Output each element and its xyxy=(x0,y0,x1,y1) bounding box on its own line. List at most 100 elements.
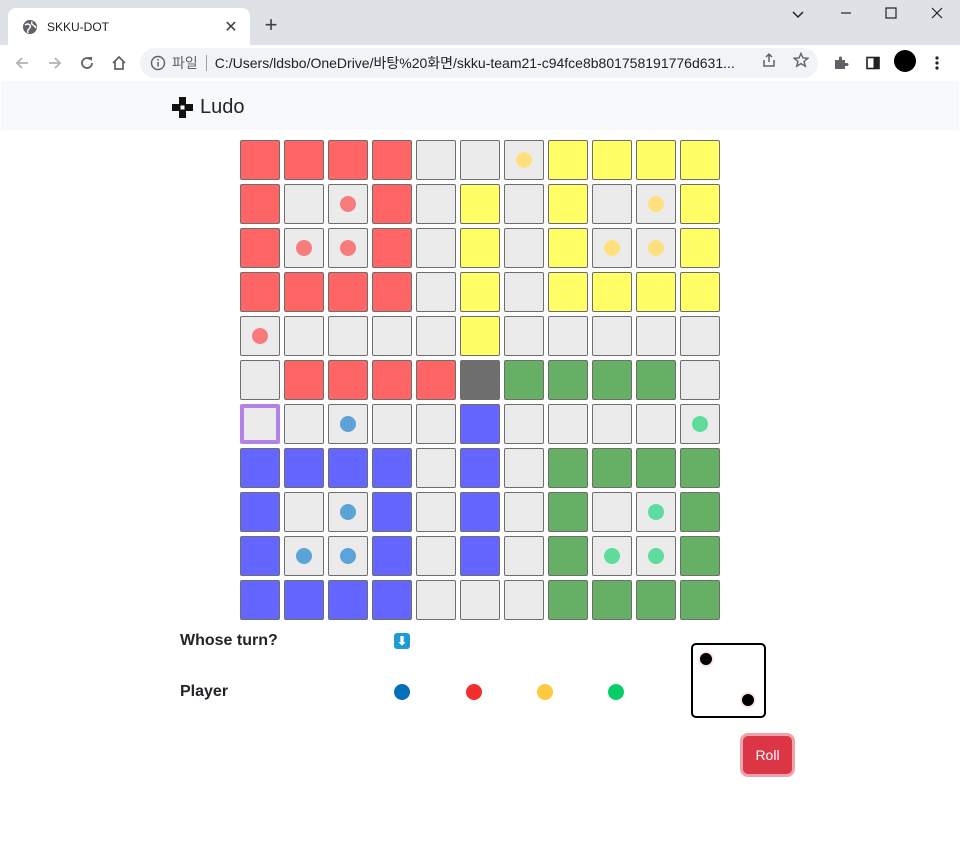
board-cell-red[interactable] xyxy=(240,272,280,312)
board-cell-gray[interactable] xyxy=(416,228,456,268)
board-cell-gray[interactable] xyxy=(504,448,544,488)
board-cell-green[interactable] xyxy=(548,360,588,400)
board-cell-red[interactable] xyxy=(328,140,368,180)
board-cell-red[interactable] xyxy=(372,140,412,180)
board-cell-yellow[interactable] xyxy=(680,272,720,312)
board-cell-green[interactable] xyxy=(504,360,544,400)
board-cell-gray[interactable] xyxy=(636,404,676,444)
board-cell-blue[interactable] xyxy=(328,448,368,488)
board-cell-blue[interactable] xyxy=(240,536,280,576)
browser-tab[interactable]: SKKU-DOT ✕ xyxy=(8,8,250,45)
board-cell-red[interactable] xyxy=(372,228,412,268)
back-icon[interactable] xyxy=(10,51,34,75)
board-cell-gray[interactable] xyxy=(504,404,544,444)
board-cell-blue[interactable] xyxy=(240,448,280,488)
board-cell-gray[interactable] xyxy=(592,492,632,532)
blue-piece[interactable] xyxy=(296,548,312,564)
board-cell-blue[interactable] xyxy=(372,536,412,576)
board-cell-gray[interactable] xyxy=(592,184,632,224)
board-cell-selected[interactable] xyxy=(240,404,280,444)
board-cell-yellow[interactable] xyxy=(460,272,500,312)
board-cell-red[interactable] xyxy=(328,360,368,400)
board-cell-gray[interactable] xyxy=(416,140,456,180)
board-cell-gray[interactable] xyxy=(504,316,544,356)
board-cell-yellow[interactable] xyxy=(460,228,500,268)
board-cell-blue[interactable] xyxy=(460,536,500,576)
board-cell-yellow[interactable] xyxy=(548,228,588,268)
board-cell-blue[interactable] xyxy=(372,492,412,532)
address-bar[interactable]: 파일 C:/Users/ldsbo/OneDrive/바탕%20화면/skku-… xyxy=(140,48,818,78)
board-cell-yellow[interactable] xyxy=(548,140,588,180)
roll-button[interactable]: Roll xyxy=(743,736,792,774)
board-cell-green[interactable] xyxy=(548,580,588,620)
minimize-icon[interactable] xyxy=(826,4,866,26)
yellow-piece[interactable] xyxy=(516,152,532,168)
board-cell-gray[interactable] xyxy=(460,140,500,180)
board-cell-green[interactable] xyxy=(680,536,720,576)
board-cell-yellow[interactable] xyxy=(636,140,676,180)
board-cell-red[interactable] xyxy=(240,184,280,224)
yellow-piece[interactable] xyxy=(648,196,664,212)
board-cell-gray[interactable] xyxy=(416,492,456,532)
board-cell-yellow[interactable] xyxy=(680,228,720,268)
board-cell-gray[interactable] xyxy=(548,316,588,356)
board-cell-gray[interactable] xyxy=(636,316,676,356)
board-cell-gray[interactable] xyxy=(460,580,500,620)
green-piece[interactable] xyxy=(692,416,708,432)
board-cell-gray[interactable] xyxy=(680,360,720,400)
board-cell-gray[interactable] xyxy=(504,580,544,620)
board-cell-gray[interactable] xyxy=(416,404,456,444)
board-cell-blue[interactable] xyxy=(460,448,500,488)
board-cell-yellow[interactable] xyxy=(592,140,632,180)
new-tab-icon[interactable]: + xyxy=(260,13,282,37)
board-cell-green[interactable] xyxy=(548,448,588,488)
board-cell-blue[interactable] xyxy=(328,580,368,620)
board-cell-green[interactable] xyxy=(592,360,632,400)
board-cell-gray[interactable] xyxy=(328,316,368,356)
board-cell-red[interactable] xyxy=(284,272,324,312)
green-piece[interactable] xyxy=(604,548,620,564)
board-cell-gray[interactable] xyxy=(284,316,324,356)
board-cell-gray[interactable] xyxy=(240,360,280,400)
green-piece[interactable] xyxy=(648,548,664,564)
red-piece[interactable] xyxy=(252,328,268,344)
board-cell-gray[interactable] xyxy=(416,448,456,488)
board-cell-gray[interactable] xyxy=(592,404,632,444)
green-piece[interactable] xyxy=(648,504,664,520)
board-cell-red[interactable] xyxy=(240,228,280,268)
board-cell-green[interactable] xyxy=(592,448,632,488)
board-cell-red[interactable] xyxy=(284,140,324,180)
board-cell-red[interactable] xyxy=(372,184,412,224)
yellow-piece[interactable] xyxy=(648,240,664,256)
yellow-piece[interactable] xyxy=(604,240,620,256)
red-piece[interactable] xyxy=(340,240,356,256)
board-cell-blue[interactable] xyxy=(240,580,280,620)
board-cell-blue[interactable] xyxy=(460,404,500,444)
board-cell-yellow[interactable] xyxy=(592,272,632,312)
board-cell-gray[interactable] xyxy=(284,184,324,224)
board-cell-blue[interactable] xyxy=(284,580,324,620)
board-cell-blue[interactable] xyxy=(240,492,280,532)
board-cell-gray[interactable] xyxy=(372,316,412,356)
board-cell-red[interactable] xyxy=(416,360,456,400)
board-cell-gray[interactable] xyxy=(680,316,720,356)
board-cell-blue[interactable] xyxy=(460,492,500,532)
board-cell-yellow[interactable] xyxy=(460,316,500,356)
blue-piece[interactable] xyxy=(340,416,356,432)
board-cell-green[interactable] xyxy=(636,580,676,620)
board-cell-yellow[interactable] xyxy=(636,272,676,312)
share-icon[interactable] xyxy=(761,52,777,68)
board-cell-red[interactable] xyxy=(372,360,412,400)
extensions-icon[interactable] xyxy=(829,51,853,75)
board-cell-green[interactable] xyxy=(680,492,720,532)
blue-piece[interactable] xyxy=(340,504,356,520)
blue-piece[interactable] xyxy=(340,548,356,564)
board-cell-center[interactable] xyxy=(460,360,500,400)
info-icon[interactable] xyxy=(150,55,166,71)
red-piece[interactable] xyxy=(340,196,356,212)
close-window-icon[interactable] xyxy=(917,4,957,26)
board-cell-gray[interactable] xyxy=(504,184,544,224)
maximize-icon[interactable] xyxy=(871,4,911,26)
profile-avatar[interactable] xyxy=(894,50,916,72)
board-cell-green[interactable] xyxy=(548,536,588,576)
